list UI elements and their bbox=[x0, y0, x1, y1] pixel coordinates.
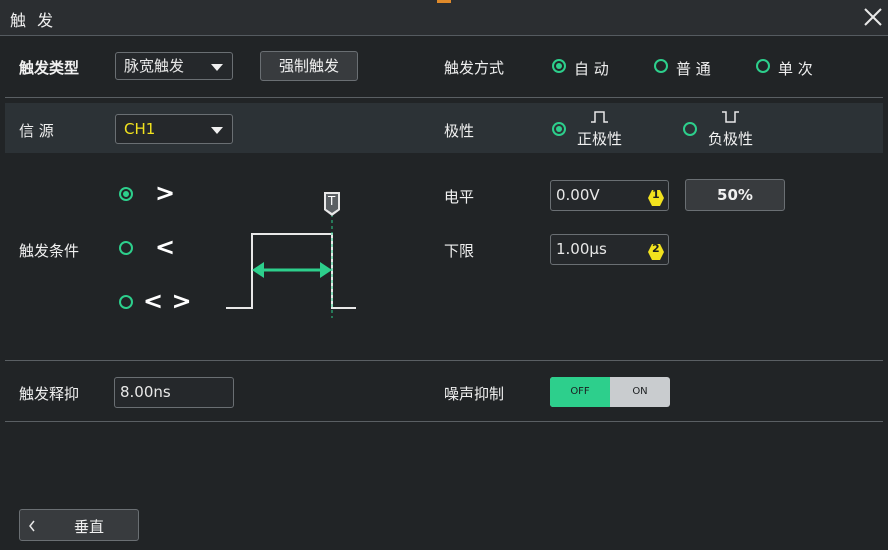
polarity-positive-label: 正极性 bbox=[577, 130, 623, 148]
radio-unselected-icon bbox=[756, 59, 770, 73]
close-button[interactable] bbox=[860, 4, 886, 30]
window-title: 触 发 bbox=[10, 11, 57, 30]
title-bar bbox=[0, 0, 888, 36]
trigger-type-label: 触发类型 bbox=[19, 59, 80, 77]
trigger-mode-single[interactable]: 单 次 bbox=[756, 58, 836, 78]
condition-greater[interactable]: > bbox=[119, 179, 179, 210]
lower-limit-value: 1.00μs bbox=[556, 240, 607, 258]
radio-unselected-icon bbox=[683, 122, 697, 136]
source-value: CH1 bbox=[124, 120, 156, 138]
level-label: 电平 bbox=[444, 188, 475, 206]
trigger-position-marker bbox=[437, 0, 451, 3]
chevron-down-icon bbox=[211, 127, 223, 134]
chevron-down-icon bbox=[211, 64, 223, 71]
polarity-negative-label: 负极性 bbox=[708, 130, 754, 148]
polarity-negative[interactable]: 负极性 bbox=[683, 110, 773, 150]
trigger-mode-label: 触发方式 bbox=[444, 59, 505, 77]
source-label: 信 源 bbox=[19, 122, 54, 140]
divider bbox=[5, 97, 883, 98]
noise-reject-label: 噪声抑制 bbox=[444, 385, 505, 403]
condition-less[interactable]: < bbox=[119, 233, 179, 264]
level-50-percent-button[interactable]: 50% bbox=[685, 179, 785, 211]
knob-2-badge: 2 bbox=[648, 241, 664, 260]
holdoff-label: 触发释抑 bbox=[19, 385, 80, 403]
pulse-width-diagram bbox=[226, 214, 356, 318]
positive-pulse-icon bbox=[591, 111, 608, 123]
knob-1-number: 1 bbox=[652, 188, 660, 201]
trigger-mode-single-label: 单 次 bbox=[778, 60, 813, 78]
knob-1-badge: 1 bbox=[648, 187, 664, 206]
trigger-condition-label: 触发条件 bbox=[19, 242, 80, 260]
trigger-mode-auto[interactable]: 自 动 bbox=[552, 58, 632, 78]
noise-reject-off[interactable]: OFF bbox=[550, 377, 610, 407]
polarity-label: 极性 bbox=[444, 122, 475, 140]
vertical-nav-button[interactable]: 垂直 bbox=[19, 509, 139, 541]
noise-reject-toggle[interactable]: OFF ON bbox=[550, 377, 670, 407]
trigger-cursor-label: T bbox=[328, 194, 336, 208]
chevron-left-icon bbox=[29, 520, 35, 532]
radio-unselected-icon bbox=[119, 241, 133, 255]
divider bbox=[5, 421, 883, 422]
lower-limit-label: 下限 bbox=[444, 242, 475, 260]
holdoff-input[interactable]: 8.00ns bbox=[114, 377, 234, 408]
trigger-mode-normal-label: 普 通 bbox=[676, 60, 711, 78]
radio-unselected-icon bbox=[654, 59, 668, 73]
trigger-mode-normal[interactable]: 普 通 bbox=[654, 58, 734, 78]
force-trigger-button[interactable]: 强制触发 bbox=[260, 51, 358, 81]
negative-pulse-icon bbox=[722, 111, 739, 123]
knob-2-number: 2 bbox=[652, 242, 660, 255]
range-symbol: < > bbox=[143, 287, 192, 315]
less-than-symbol: < bbox=[155, 233, 176, 261]
level-input[interactable]: 0.00V 1 bbox=[550, 180, 669, 211]
radio-selected-icon bbox=[552, 122, 566, 136]
radio-selected-icon bbox=[119, 187, 133, 201]
source-dropdown[interactable]: CH1 bbox=[115, 114, 233, 144]
greater-than-symbol: > bbox=[155, 179, 176, 207]
vertical-nav-label: 垂直 bbox=[74, 518, 105, 536]
polarity-positive[interactable]: 正极性 bbox=[552, 110, 642, 150]
divider bbox=[5, 360, 883, 361]
condition-range[interactable]: < > bbox=[119, 287, 199, 318]
lower-limit-input[interactable]: 1.00μs 2 bbox=[550, 234, 669, 265]
trigger-type-dropdown[interactable]: 脉宽触发 bbox=[115, 52, 233, 80]
radio-selected-icon bbox=[552, 59, 566, 73]
radio-unselected-icon bbox=[119, 295, 133, 309]
trigger-type-value: 脉宽触发 bbox=[124, 57, 185, 75]
trigger-mode-auto-label: 自 动 bbox=[574, 60, 609, 78]
close-icon bbox=[864, 8, 882, 26]
trigger-cursor-marker: T bbox=[324, 192, 340, 216]
noise-reject-on[interactable]: ON bbox=[610, 377, 670, 407]
level-value: 0.00V bbox=[556, 186, 600, 204]
